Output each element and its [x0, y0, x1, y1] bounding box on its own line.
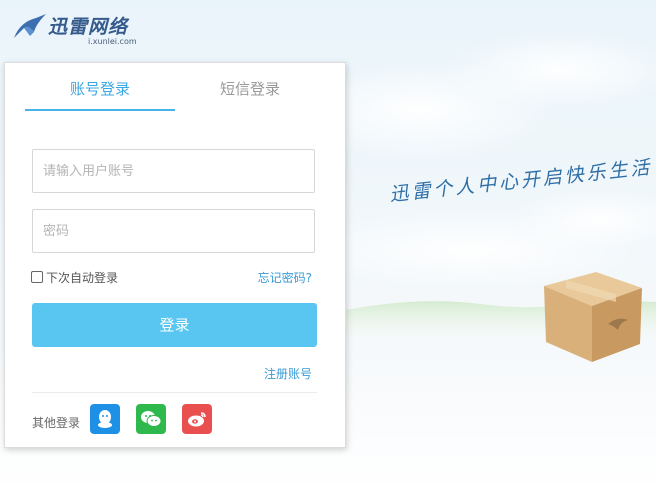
login-panel: 账号登录 短信登录 下次自动登录 忘记密码? 登录 注册账号 其他登录 — [4, 62, 346, 448]
divider — [32, 392, 317, 393]
weibo-login-button[interactable] — [182, 404, 212, 434]
remember-me-checkbox[interactable] — [31, 271, 43, 283]
login-button[interactable]: 登录 — [32, 303, 317, 347]
register-link[interactable]: 注册账号 — [264, 365, 312, 382]
remember-me[interactable]: 下次自动登录 — [31, 269, 118, 285]
brand-logo: 迅雷网络 i.xunlei.com — [12, 8, 152, 48]
forgot-password-link[interactable]: 忘记密码? — [258, 269, 312, 286]
qq-icon — [98, 410, 112, 428]
wechat-login-button[interactable] — [136, 404, 166, 434]
brand-domain: i.xunlei.com — [88, 37, 137, 46]
tab-sms-login[interactable]: 短信登录 — [175, 73, 325, 111]
username-input[interactable] — [32, 149, 315, 193]
xunlei-bird-icon — [14, 14, 46, 38]
login-tabs: 账号登录 短信登录 — [25, 73, 325, 111]
slogan-text: 迅雷个人中心开启快乐生活 — [388, 156, 654, 206]
tab-account-login[interactable]: 账号登录 — [25, 73, 175, 111]
password-input[interactable] — [32, 209, 315, 253]
remember-me-label: 下次自动登录 — [46, 270, 119, 285]
weibo-icon — [188, 412, 206, 427]
other-login-label: 其他登录 — [32, 416, 81, 430]
qq-login-button[interactable] — [90, 404, 120, 434]
brand-name: 迅雷网络 — [48, 16, 129, 38]
wechat-icon — [141, 411, 162, 427]
package-box-illustration — [544, 272, 642, 362]
